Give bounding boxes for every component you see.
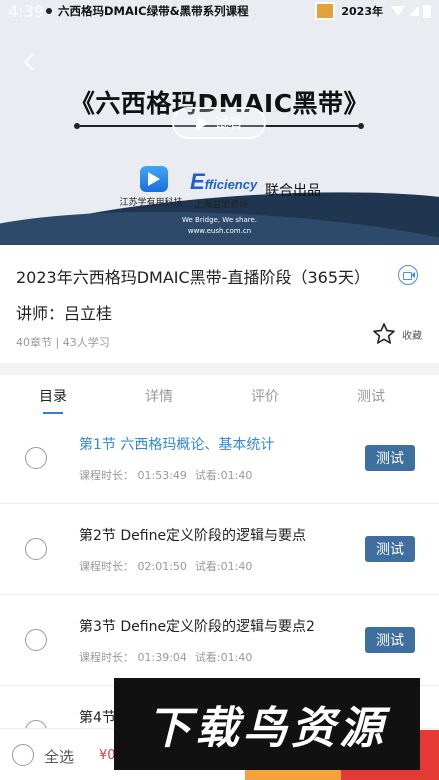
jsxy-logo-label: 江苏学有用科技 <box>119 198 183 208</box>
lesson-item[interactable]: 第1节 六西格玛概论、基本统计 课程时长： 01:53:49 试看:01:40 测… <box>0 413 439 504</box>
select-all-radio[interactable] <box>12 744 34 766</box>
efficiency-logo-label: 上海益旭咨询 <box>194 200 249 210</box>
play-icon <box>195 115 209 131</box>
favorite-button[interactable]: 收藏 <box>372 322 422 346</box>
tab-details[interactable]: 详情 <box>106 375 212 415</box>
preview-label: 试看 <box>214 116 243 132</box>
lesson-name: 第3节 Define定义阶段的逻辑与要点2 <box>79 619 315 635</box>
lesson-select-radio[interactable] <box>25 538 47 560</box>
lesson-name: 第2节 Define定义阶段的逻辑与要点 <box>79 528 307 544</box>
signal-icon <box>409 6 419 16</box>
lesson-select-radio[interactable] <box>25 447 47 469</box>
star-icon <box>373 323 395 344</box>
notification-title: 六西格玛DMAIC绿带&黑带系列课程 <box>58 4 249 18</box>
lesson-times: 课程时长： 01:39:04 试看:01:40 <box>79 651 253 664</box>
lesson-times: 课程时长： 02:01:50 试看:01:40 <box>79 560 253 573</box>
joint-production-text: 联合出品 <box>265 183 321 199</box>
course-tabs: 目录 详情 评价 测试 <box>0 375 439 415</box>
status-time: 4:39 <box>8 1 44 21</box>
efficiency-logo-word: Efficiency <box>190 169 258 194</box>
battery-icon <box>423 4 431 18</box>
efficiency-logo: Efficiency 上海益旭咨询 <box>190 169 257 210</box>
favorite-label: 收藏 <box>402 330 422 342</box>
system-icons <box>391 4 431 18</box>
lesson-item[interactable]: 第3节 Define定义阶段的逻辑与要点2 课程时长： 01:39:04 试看:0… <box>0 595 439 686</box>
jsxy-logo-icon <box>140 166 168 192</box>
wifi-icon <box>391 6 405 16</box>
select-all-label[interactable]: 全选 <box>44 746 74 767</box>
jsxy-logo: 江苏学有用科技 <box>114 166 194 208</box>
lesson-test-button[interactable]: 测试 <box>365 445 415 471</box>
notification-year: 2023年 <box>341 5 383 18</box>
lesson-test-button[interactable]: 测试 <box>365 536 415 562</box>
tab-tests[interactable]: 测试 <box>318 375 424 415</box>
status-bar: 4:39 六西格玛DMAIC绿带&黑带系列课程 2023年 <box>0 0 439 22</box>
notification-dot-icon <box>46 8 52 14</box>
back-arrow-icon[interactable] <box>18 50 42 74</box>
course-teacher: 讲师：吕立桂 <box>16 304 113 323</box>
watermark-overlay: 下载鸟资源 <box>114 678 420 770</box>
tab-reviews[interactable]: 评价 <box>212 375 318 415</box>
lesson-name: 第4节 <box>79 710 116 726</box>
lesson-times: 课程时长： 01:53:49 试看:01:40 <box>79 469 253 482</box>
lesson-test-button[interactable]: 测试 <box>365 627 415 653</box>
video-icon[interactable] <box>398 265 418 285</box>
preview-play-button[interactable]: 试看 <box>172 107 266 139</box>
banner-slogan: We Bridge, We share. www.eush.com.cn <box>182 216 257 235</box>
course-banner: 4:39 六西格玛DMAIC绿带&黑带系列课程 2023年 《六西格玛DMAIC… <box>0 0 439 245</box>
course-title: 2023年六西格玛DMAIC黑带-直播阶段（365天） <box>16 268 370 287</box>
tab-catalog[interactable]: 目录 <box>0 375 106 415</box>
lesson-name: 第1节 六西格玛概论、基本统计 <box>79 437 275 453</box>
course-meta: 40章节 | 43人学习 <box>16 336 110 349</box>
lesson-select-radio[interactable] <box>25 629 47 651</box>
app-notification-icon <box>315 2 336 20</box>
lesson-item[interactable]: 第2节 Define定义阶段的逻辑与要点 课程时长： 02:01:50 试看:01… <box>0 504 439 595</box>
section-divider <box>0 363 439 375</box>
